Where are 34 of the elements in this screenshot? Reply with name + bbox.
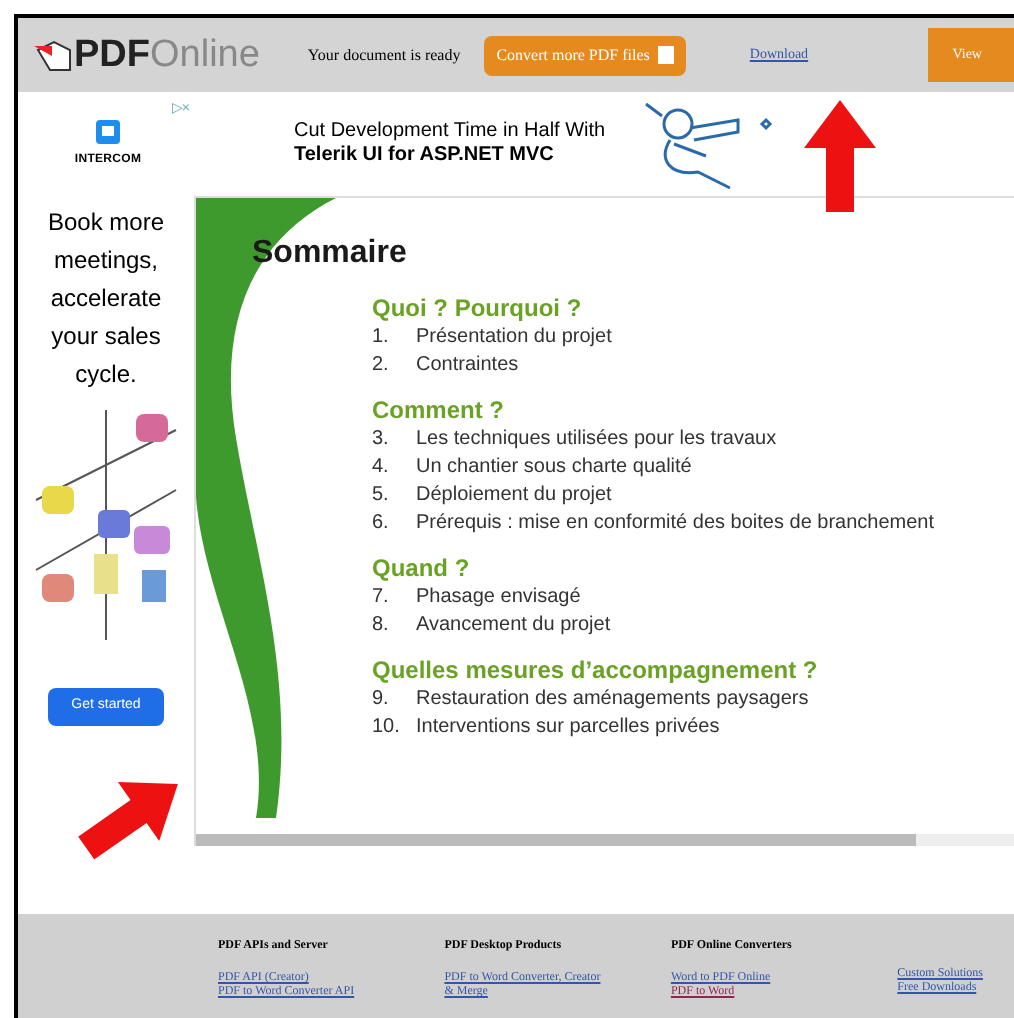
item-text: Présentation du projet <box>416 324 612 352</box>
item-number: 2. <box>372 352 391 380</box>
item-number: 10. <box>372 714 402 742</box>
item-text: Prérequis : mise en conformité des boites de branchement <box>416 510 935 538</box>
section-heading: Comment ? <box>372 396 506 426</box>
item-number: 9. <box>372 686 391 714</box>
item-text: Un chantier sous charte qualité <box>416 454 692 482</box>
ad-text: Book more meetings, accelerate your sales cycle. <box>45 206 167 392</box>
item-number: 5. <box>372 482 391 510</box>
item-number: 1. <box>372 324 391 352</box>
file-icon <box>657 46 674 64</box>
item-number: 6. <box>372 510 391 538</box>
ad-headline: Cut Development Time in Half With <box>294 119 606 144</box>
status-text: Your document is ready <box>307 43 461 67</box>
item-text: Déploiement du projet <box>416 482 612 510</box>
item-text: Phasage envisagé <box>416 584 581 612</box>
item-text: Interventions sur parcelles privées <box>416 714 720 742</box>
logo-text: PDFOnline <box>74 36 260 74</box>
section-heading: Quelles mesures d’accompagnement ? <box>372 656 820 686</box>
item-number: 7. <box>372 584 391 612</box>
arrow-icon <box>804 100 876 212</box>
ad-subheadline: Telerik UI for ASP.NET MVC <box>294 144 556 169</box>
item-text: Restauration des aménagements paysagers <box>416 686 809 714</box>
item-text: Les techniques utilisées pour les travaux <box>416 426 777 454</box>
section-heading: Quoi ? Pourquoi ? <box>372 294 584 324</box>
section-heading: Quand ? <box>372 554 472 584</box>
item-text: Contraintes <box>416 352 519 380</box>
item-number: 3. <box>372 426 391 454</box>
chat-icon <box>96 119 120 143</box>
item-number: 8. <box>372 612 391 640</box>
convert-button[interactable]: Convert more PDF files <box>484 35 686 75</box>
item-text: Avancement du projet <box>416 612 611 640</box>
item-number: 4. <box>372 454 391 482</box>
logo-icon <box>34 37 74 73</box>
